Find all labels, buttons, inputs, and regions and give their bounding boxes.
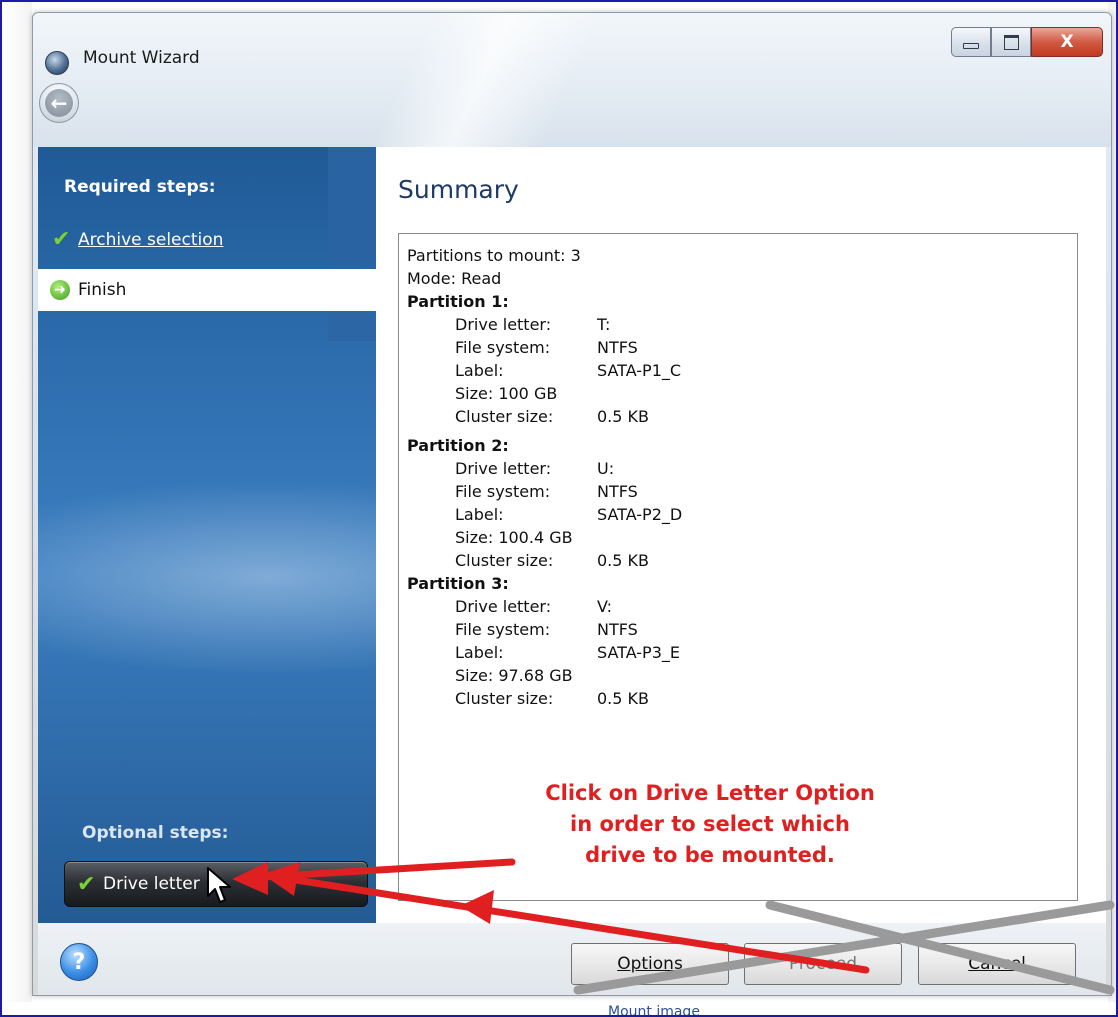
row-value: U:: [597, 459, 615, 478]
drive-letter-row: Drive letter: U:: [407, 457, 1077, 480]
row-key: Label:: [455, 505, 504, 524]
annotation-line: Click on Drive Letter Option: [545, 781, 875, 805]
proceed-button[interactable]: Proceed: [744, 943, 902, 985]
mode-line: Mode: Read: [407, 269, 502, 288]
window-title: Mount Wizard: [83, 48, 200, 68]
proceed-label: Proceed: [788, 954, 858, 974]
back-arrow-icon: ←: [45, 89, 73, 117]
partition-block: Partition 3: Drive letter: V: File system…: [407, 572, 1077, 710]
optional-steps-heading: Optional steps:: [82, 823, 229, 843]
size-row: Size: 97.68 GB: [407, 664, 1077, 687]
help-icon[interactable]: ?: [60, 943, 98, 981]
annotation-line: drive to be mounted.: [585, 843, 835, 867]
row-key: Label:: [455, 643, 504, 662]
cluster-size-row: Cluster size: 0.5 KB: [407, 405, 1077, 428]
check-icon: ✔: [52, 227, 71, 252]
label-row: Label: SATA-P1_C: [407, 359, 1077, 382]
partition-block: Partition 2: Drive letter: U: File system…: [407, 434, 1077, 572]
check-icon: ✔: [77, 871, 96, 897]
mouse-cursor-icon: [207, 867, 231, 903]
row-value: SATA-P3_E: [597, 643, 680, 662]
drive-letter-row: Drive letter: T:: [407, 313, 1077, 336]
options-label: Options: [617, 954, 683, 974]
cluster-size-row: Cluster size: 0.5 KB: [407, 549, 1077, 572]
step-archive-selection[interactable]: ✔ Archive selection: [52, 227, 223, 252]
close-icon: X: [1060, 32, 1074, 52]
row-value: NTFS: [597, 482, 638, 501]
options-button[interactable]: Options: [571, 943, 729, 985]
file-system-row: File system: NTFS: [407, 480, 1077, 503]
cluster-size-row: Cluster size: 0.5 KB: [407, 687, 1077, 710]
drive-letter-label: Drive letter: [103, 874, 200, 894]
partition-heading: Partition 3:: [407, 574, 509, 593]
finish-label: Finish: [78, 280, 127, 300]
row-key: Drive letter:: [455, 459, 552, 478]
archive-selection-link[interactable]: Archive selection: [78, 230, 223, 250]
minimize-button[interactable]: [951, 27, 991, 57]
row-key: Drive letter:: [455, 597, 552, 616]
drive-letter-row: Drive letter: V:: [407, 595, 1077, 618]
background-caption: Mount image: [608, 1004, 700, 1017]
cancel-label: Cancel: [968, 954, 1026, 974]
row-value: NTFS: [597, 620, 638, 639]
size-row: Size: 100 GB: [407, 382, 1077, 405]
back-button[interactable]: ←: [39, 83, 79, 123]
label-row: Label: SATA-P2_D: [407, 503, 1077, 526]
row-value: 0.5 KB: [597, 689, 649, 708]
cancel-button[interactable]: Cancel: [918, 943, 1076, 985]
maximize-button[interactable]: [991, 27, 1031, 57]
row-value: V:: [597, 597, 613, 616]
close-button[interactable]: X: [1031, 27, 1103, 57]
green-arrow-icon: ➜: [50, 280, 70, 300]
background-page-left: [2, 2, 32, 1015]
app-icon: [45, 51, 69, 75]
window-controls: X: [951, 27, 1103, 59]
row-key: File system:: [455, 338, 551, 357]
steps-sidebar: Required steps: ✔ Archive selection ➜ Fi…: [38, 147, 376, 923]
title-bar[interactable]: Mount Wizard X ←: [33, 13, 1111, 147]
required-steps-heading: Required steps:: [64, 177, 216, 197]
row-key: Cluster size:: [455, 551, 554, 570]
row-value: T:: [597, 315, 611, 334]
dialog-button-bar: ? Options Proceed Cancel: [38, 923, 1106, 995]
row-value: Size: 100.4 GB: [455, 528, 573, 547]
row-value: 0.5 KB: [597, 407, 649, 426]
annotation-line: in order to select which: [570, 812, 850, 836]
row-key: File system:: [455, 482, 551, 501]
partition-heading: Partition 1:: [407, 292, 509, 311]
row-key: Cluster size:: [455, 689, 554, 708]
row-value: NTFS: [597, 338, 638, 357]
sidebar-tab-notch-top: [328, 147, 376, 269]
file-system-row: File system: NTFS: [407, 618, 1077, 641]
row-key: File system:: [455, 620, 551, 639]
partition-block: Partition 1: Drive letter: T: File system…: [407, 290, 1077, 428]
minimize-icon: [963, 43, 979, 49]
label-row: Label: SATA-P3_E: [407, 641, 1077, 664]
partition-heading: Partition 2:: [407, 436, 509, 455]
file-system-row: File system: NTFS: [407, 336, 1077, 359]
maximize-icon: [1003, 34, 1019, 50]
partitions-count: Partitions to mount: 3: [407, 246, 581, 265]
row-value: Size: 97.68 GB: [455, 666, 573, 685]
sidebar-tab-notch-bottom: [328, 311, 376, 341]
row-value: Size: 100 GB: [455, 384, 558, 403]
row-value: 0.5 KB: [597, 551, 649, 570]
background-page-footer: [2, 1002, 1116, 1015]
size-row: Size: 100.4 GB: [407, 526, 1077, 549]
step-finish[interactable]: ➜ Finish: [38, 269, 376, 311]
row-key: Cluster size:: [455, 407, 554, 426]
row-value: SATA-P2_D: [597, 505, 683, 524]
row-key: Label:: [455, 361, 504, 380]
row-value: SATA-P1_C: [597, 361, 682, 380]
page-title: Summary: [398, 175, 519, 204]
instruction-annotation: Click on Drive Letter Option in order to…: [480, 778, 940, 871]
row-key: Drive letter:: [455, 315, 552, 334]
